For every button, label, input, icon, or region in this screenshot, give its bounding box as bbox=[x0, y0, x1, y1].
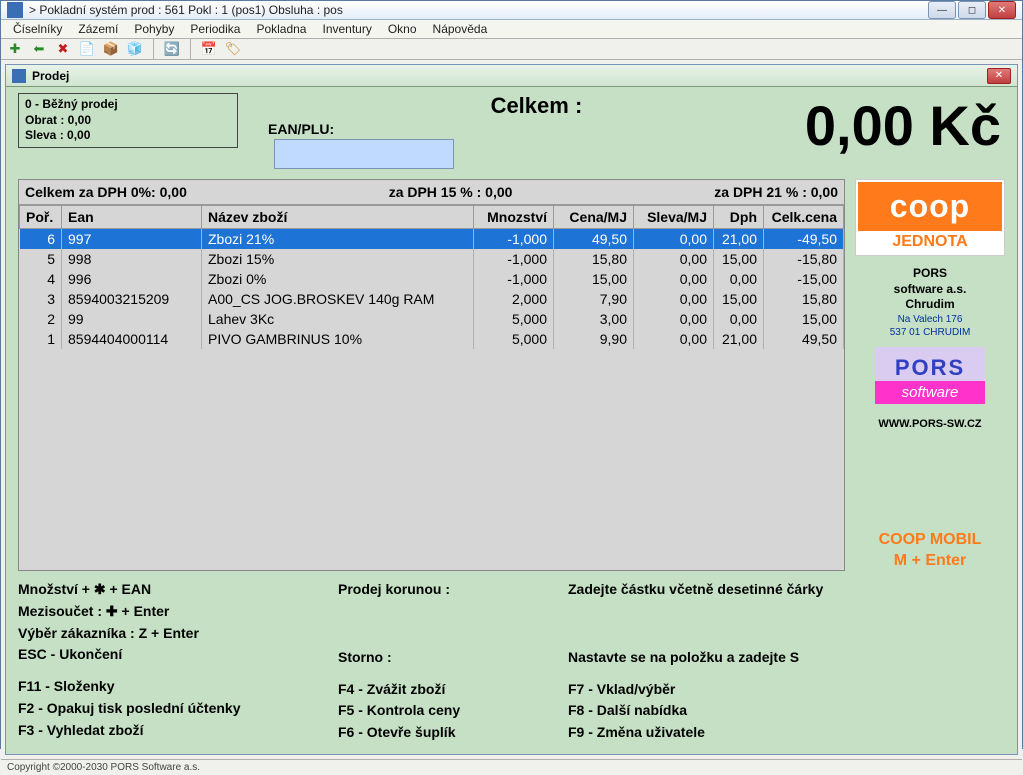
close-button[interactable]: ✕ bbox=[988, 1, 1016, 19]
pors-addr1: Na Valech 176 bbox=[855, 313, 1005, 326]
help-f4: F4 - Zvážit zboží bbox=[338, 679, 568, 701]
pors-addr2: 537 01 CHRUDIM bbox=[855, 326, 1005, 339]
help-pk-label: Prodej korunou : bbox=[338, 579, 568, 601]
table-row[interactable]: 299Lahev 3Kc5,0003,000,000,0015,00 bbox=[20, 309, 844, 329]
items-grid: Celkem za DPH 0%: 0,00 za DPH 15 % : 0,0… bbox=[18, 179, 845, 571]
items-table[interactable]: Poř. Ean Název zboží Mnozství Cena/MJ Sl… bbox=[19, 205, 844, 349]
dph15: za DPH 15 % : 0,00 bbox=[187, 184, 714, 200]
coop-mobil-2: M + Enter bbox=[855, 551, 1005, 572]
main-window: > Pokladní systém prod : 561 Pokl : 1 (p… bbox=[0, 0, 1023, 749]
tool-tag-icon[interactable]: 🏷 bbox=[223, 39, 243, 59]
window-title: > Pokladní systém prod : 561 Pokl : 1 (p… bbox=[29, 3, 928, 17]
tool-cubes-icon[interactable]: 🧊 bbox=[125, 39, 145, 59]
coop-text: coop bbox=[858, 182, 1002, 231]
info-obrat: Obrat : 0,00 bbox=[25, 113, 91, 127]
menu-periodika[interactable]: Periodika bbox=[182, 20, 248, 38]
pors-info: PORS software a.s. Chrudim Na Valech 176… bbox=[855, 266, 1005, 339]
menu-pohyby[interactable]: Pohyby bbox=[126, 20, 182, 38]
table-row[interactable]: 38594003215209A00_CS JOG.BROSKEV 140g RA… bbox=[20, 289, 844, 309]
col-dph[interactable]: Dph bbox=[714, 206, 764, 229]
dph21: za DPH 21 % : 0,00 bbox=[714, 184, 838, 200]
menu-pokladna[interactable]: Pokladna bbox=[248, 20, 314, 38]
pors-logo-2: software bbox=[875, 381, 985, 404]
help-f7: F7 - Vklad/výběr bbox=[568, 679, 823, 701]
coop-mobil: COOP MOBIL M + Enter bbox=[855, 530, 1005, 572]
help-f9: F9 - Změna uživatele bbox=[568, 722, 823, 744]
col-cena[interactable]: Cena/MJ bbox=[554, 206, 634, 229]
help-area: Množství + ✱ + EAN Mezisoučet : ✚ + Ente… bbox=[18, 579, 1005, 743]
help-mnozstvi: Množství + ✱ + EAN bbox=[18, 579, 338, 601]
info-mode: 0 - Běžný prodej bbox=[25, 97, 118, 111]
copyright: Copyright ©2000-2030 PORS Software a.s. bbox=[7, 762, 200, 773]
toolbar: ✚ ⬅ ✖ 📄 📦 🧊 🔄 📅 🏷 bbox=[1, 39, 1022, 60]
maximize-button[interactable]: ◻ bbox=[958, 1, 986, 19]
sale-window: Prodej ✕ 0 - Běžný prodej Obrat : 0,00 S… bbox=[5, 64, 1018, 755]
col-sleva[interactable]: Sleva/MJ bbox=[634, 206, 714, 229]
sale-title: Prodej bbox=[32, 69, 987, 83]
ean-label: EAN/PLU: bbox=[268, 121, 334, 137]
coop-mobil-1: COOP MOBIL bbox=[855, 530, 1005, 551]
menu-bar: Číselníky Zázemí Pohyby Periodika Poklad… bbox=[1, 20, 1022, 39]
col-por[interactable]: Poř. bbox=[20, 206, 62, 229]
col-ean[interactable]: Ean bbox=[62, 206, 202, 229]
sale-close-button[interactable]: ✕ bbox=[987, 68, 1011, 84]
table-row[interactable]: 6997Zbozi 21%-1,00049,500,0021,00-49,50 bbox=[20, 229, 844, 250]
help-pk-val: Zadejte částku včetně desetinné čárky bbox=[568, 579, 823, 601]
tool-calendar-icon[interactable]: 📅 bbox=[199, 39, 219, 59]
tool-refresh-icon[interactable]: 🔄 bbox=[162, 39, 182, 59]
pors-sub: software a.s. bbox=[855, 282, 1005, 298]
menu-ciselniky[interactable]: Číselníky bbox=[5, 20, 70, 38]
col-celk[interactable]: Celk.cena bbox=[764, 206, 844, 229]
status-bar: Copyright ©2000-2030 PORS Software a.s. bbox=[1, 759, 1022, 775]
table-row[interactable]: 18594404000114PIVO GAMBRINUS 10%5,0009,9… bbox=[20, 329, 844, 349]
total-amount: 0,00 Kč bbox=[805, 93, 1005, 158]
help-f8: F8 - Další nabídka bbox=[568, 700, 823, 722]
dph-summary: Celkem za DPH 0%: 0,00 za DPH 15 % : 0,0… bbox=[19, 180, 844, 205]
pors-url: WWW.PORS-SW.CZ bbox=[855, 418, 1005, 430]
menu-zazemi[interactable]: Zázemí bbox=[70, 20, 126, 38]
col-nazev[interactable]: Název zboží bbox=[202, 206, 474, 229]
help-mezisoucet: Mezisoučet : ✚ + Enter bbox=[18, 601, 338, 623]
help-vyber-zak: Výběr zákazníka : Z + Enter bbox=[18, 623, 338, 645]
pors-city: Chrudim bbox=[855, 297, 1005, 313]
help-f2: F2 - Opakuj tisk poslední účtenky bbox=[18, 698, 338, 720]
menu-okno[interactable]: Okno bbox=[380, 20, 425, 38]
ean-input[interactable] bbox=[274, 139, 454, 169]
tool-add-icon[interactable]: ✚ bbox=[5, 39, 25, 59]
celkem-label: Celkem : bbox=[268, 93, 805, 119]
menu-napoveda[interactable]: Nápověda bbox=[425, 20, 496, 38]
sale-icon bbox=[12, 69, 26, 83]
pors-logo: PORS software bbox=[875, 347, 985, 404]
side-panel: coop JEDNOTA PORS software a.s. Chrudim … bbox=[845, 179, 1005, 571]
help-f11: F11 - Složenky bbox=[18, 676, 338, 698]
tool-back-icon[interactable]: ⬅ bbox=[29, 39, 49, 59]
app-icon bbox=[7, 2, 23, 18]
tool-box-icon[interactable]: 📦 bbox=[101, 39, 121, 59]
help-f6: F6 - Otevře šuplík bbox=[338, 722, 568, 744]
table-row[interactable]: 5998Zbozi 15%-1,00015,800,0015,00-15,80 bbox=[20, 249, 844, 269]
col-mnoz[interactable]: Mnozství bbox=[474, 206, 554, 229]
title-bar: > Pokladní systém prod : 561 Pokl : 1 (p… bbox=[1, 1, 1022, 20]
pors-name: PORS bbox=[855, 266, 1005, 282]
tool-doc-icon[interactable]: 📄 bbox=[77, 39, 97, 59]
minimize-button[interactable]: — bbox=[928, 1, 956, 19]
dph0: Celkem za DPH 0%: 0,00 bbox=[25, 184, 187, 200]
coop-logo: coop JEDNOTA bbox=[855, 179, 1005, 256]
sale-info-box: 0 - Běžný prodej Obrat : 0,00 Sleva : 0,… bbox=[18, 93, 238, 148]
tool-delete-icon[interactable]: ✖ bbox=[53, 39, 73, 59]
help-f5: F5 - Kontrola ceny bbox=[338, 700, 568, 722]
pors-logo-1: PORS bbox=[875, 355, 985, 381]
help-esc: ESC - Ukončení bbox=[18, 644, 338, 666]
info-sleva: Sleva : 0,00 bbox=[25, 128, 90, 142]
menu-inventury[interactable]: Inventury bbox=[314, 20, 379, 38]
help-storno-label: Storno : bbox=[338, 647, 568, 669]
table-row[interactable]: 4996Zbozi 0%-1,00015,000,000,00-15,00 bbox=[20, 269, 844, 289]
help-storno-val: Nastavte se na položku a zadejte S bbox=[568, 647, 823, 669]
sale-titlebar: Prodej ✕ bbox=[6, 65, 1017, 87]
jednota-text: JEDNOTA bbox=[858, 231, 1002, 253]
help-f3: F3 - Vyhledat zboží bbox=[18, 720, 338, 742]
